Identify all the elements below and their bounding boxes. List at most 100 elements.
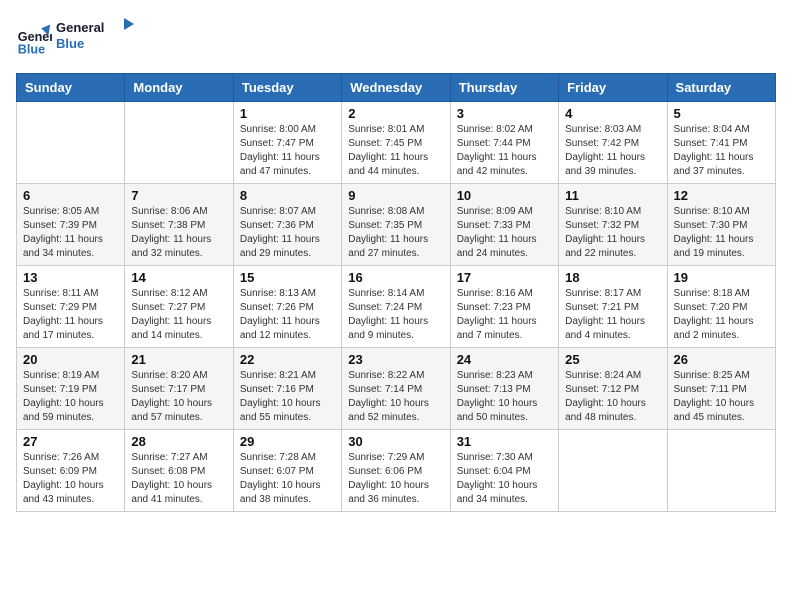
calendar-week-1: 1 Sunrise: 8:00 AM Sunset: 7:47 PM Daylig… — [17, 102, 776, 184]
day-number: 21 — [131, 352, 226, 367]
calendar-cell: 8 Sunrise: 8:07 AM Sunset: 7:36 PM Daylig… — [233, 184, 341, 266]
day-info: Sunrise: 7:29 AM Sunset: 6:06 PM Dayligh… — [348, 451, 443, 507]
day-info: Sunrise: 8:13 AM Sunset: 7:26 PM Dayligh… — [240, 287, 335, 343]
calendar-cell: 3 Sunrise: 8:02 AM Sunset: 7:44 PM Daylig… — [450, 102, 558, 184]
day-number: 8 — [240, 188, 335, 203]
day-number: 25 — [565, 352, 660, 367]
day-info: Sunrise: 8:09 AM Sunset: 7:33 PM Dayligh… — [457, 205, 552, 261]
calendar-cell: 15 Sunrise: 8:13 AM Sunset: 7:26 PM Dayli… — [233, 266, 341, 348]
calendar-cell — [125, 102, 233, 184]
day-info: Sunrise: 7:27 AM Sunset: 6:08 PM Dayligh… — [131, 451, 226, 507]
calendar-cell: 9Sunrise: 8:08 AM Sunset: 7:35 PM Daylig… — [342, 184, 450, 266]
calendar-week-2: 6 Sunrise: 8:05 AM Sunset: 7:39 PM Daylig… — [17, 184, 776, 266]
day-info: Sunrise: 8:06 AM Sunset: 7:38 PM Dayligh… — [131, 205, 226, 261]
calendar-cell: 31 Sunrise: 7:30 AM Sunset: 6:04 PM Dayli… — [450, 430, 558, 512]
calendar-cell: 17Sunrise: 8:16 AM Sunset: 7:23 PM Dayli… — [450, 266, 558, 348]
day-info: Sunrise: 8:14 AM Sunset: 7:24 PM Dayligh… — [348, 287, 443, 343]
day-info: Sunrise: 8:00 AM Sunset: 7:47 PM Dayligh… — [240, 123, 335, 179]
calendar-cell — [559, 430, 667, 512]
calendar-cell: 5 Sunrise: 8:04 AM Sunset: 7:41 PM Daylig… — [667, 102, 775, 184]
day-number: 28 — [131, 434, 226, 449]
calendar-cell: 11 Sunrise: 8:10 AM Sunset: 7:32 PM Dayli… — [559, 184, 667, 266]
calendar-cell: 14Sunrise: 8:12 AM Sunset: 7:27 PM Dayli… — [125, 266, 233, 348]
day-info: Sunrise: 8:24 AM Sunset: 7:12 PM Dayligh… — [565, 369, 660, 425]
calendar-week-5: 27Sunrise: 7:26 AM Sunset: 6:09 PM Dayli… — [17, 430, 776, 512]
day-number: 16 — [348, 270, 443, 285]
day-number: 29 — [240, 434, 335, 449]
day-number: 4 — [565, 106, 660, 121]
calendar-cell: 18 Sunrise: 8:17 AM Sunset: 7:21 PM Dayli… — [559, 266, 667, 348]
day-number: 13 — [23, 270, 118, 285]
weekday-header-friday: Friday — [559, 74, 667, 102]
calendar-cell: 7Sunrise: 8:06 AM Sunset: 7:38 PM Daylig… — [125, 184, 233, 266]
day-number: 11 — [565, 188, 660, 203]
weekday-header-thursday: Thursday — [450, 74, 558, 102]
calendar-cell: 21 Sunrise: 8:20 AM Sunset: 7:17 PM Dayli… — [125, 348, 233, 430]
logo-svg: General Blue — [56, 16, 136, 56]
day-number: 9 — [348, 188, 443, 203]
day-info: Sunrise: 8:21 AM Sunset: 7:16 PM Dayligh… — [240, 369, 335, 425]
calendar-week-3: 13 Sunrise: 8:11 AM Sunset: 7:29 PM Dayli… — [17, 266, 776, 348]
day-info: Sunrise: 8:02 AM Sunset: 7:44 PM Dayligh… — [457, 123, 552, 179]
logo: General Blue General Blue — [16, 16, 136, 61]
day-info: Sunrise: 8:20 AM Sunset: 7:17 PM Dayligh… — [131, 369, 226, 425]
weekday-header-wednesday: Wednesday — [342, 74, 450, 102]
calendar-cell: 10 Sunrise: 8:09 AM Sunset: 7:33 PM Dayli… — [450, 184, 558, 266]
calendar-cell — [667, 430, 775, 512]
calendar-cell: 24 Sunrise: 8:23 AM Sunset: 7:13 PM Dayli… — [450, 348, 558, 430]
day-number: 15 — [240, 270, 335, 285]
day-info: Sunrise: 8:07 AM Sunset: 7:36 PM Dayligh… — [240, 205, 335, 261]
day-info: Sunrise: 8:25 AM Sunset: 7:11 PM Dayligh… — [674, 369, 769, 425]
day-number: 22 — [240, 352, 335, 367]
day-info: Sunrise: 8:18 AM Sunset: 7:20 PM Dayligh… — [674, 287, 769, 343]
calendar-cell: 30 Sunrise: 7:29 AM Sunset: 6:06 PM Dayli… — [342, 430, 450, 512]
day-number: 24 — [457, 352, 552, 367]
day-number: 31 — [457, 434, 552, 449]
day-info: Sunrise: 8:17 AM Sunset: 7:21 PM Dayligh… — [565, 287, 660, 343]
day-number: 5 — [674, 106, 769, 121]
calendar-cell: 4 Sunrise: 8:03 AM Sunset: 7:42 PM Daylig… — [559, 102, 667, 184]
day-number: 6 — [23, 188, 118, 203]
day-info: Sunrise: 8:01 AM Sunset: 7:45 PM Dayligh… — [348, 123, 443, 179]
day-info: Sunrise: 8:11 AM Sunset: 7:29 PM Dayligh… — [23, 287, 118, 343]
day-number: 17 — [457, 270, 552, 285]
calendar-cell: 2 Sunrise: 8:01 AM Sunset: 7:45 PM Daylig… — [342, 102, 450, 184]
day-info: Sunrise: 8:04 AM Sunset: 7:41 PM Dayligh… — [674, 123, 769, 179]
day-number: 1 — [240, 106, 335, 121]
calendar-cell: 23Sunrise: 8:22 AM Sunset: 7:14 PM Dayli… — [342, 348, 450, 430]
calendar-cell: 16 Sunrise: 8:14 AM Sunset: 7:24 PM Dayli… — [342, 266, 450, 348]
day-info: Sunrise: 7:30 AM Sunset: 6:04 PM Dayligh… — [457, 451, 552, 507]
day-info: Sunrise: 8:05 AM Sunset: 7:39 PM Dayligh… — [23, 205, 118, 261]
calendar-cell: 26Sunrise: 8:25 AM Sunset: 7:11 PM Dayli… — [667, 348, 775, 430]
svg-text:Blue: Blue — [18, 42, 45, 56]
page-header: General Blue General Blue — [16, 16, 776, 61]
svg-text:General: General — [56, 20, 104, 35]
day-number: 2 — [348, 106, 443, 121]
calendar-cell: 27Sunrise: 7:26 AM Sunset: 6:09 PM Dayli… — [17, 430, 125, 512]
calendar-week-4: 20 Sunrise: 8:19 AM Sunset: 7:19 PM Dayli… — [17, 348, 776, 430]
weekday-header-row: SundayMondayTuesdayWednesdayThursdayFrid… — [17, 74, 776, 102]
day-number: 10 — [457, 188, 552, 203]
day-info: Sunrise: 8:10 AM Sunset: 7:32 PM Dayligh… — [565, 205, 660, 261]
day-number: 20 — [23, 352, 118, 367]
weekday-header-sunday: Sunday — [17, 74, 125, 102]
calendar-cell: 6 Sunrise: 8:05 AM Sunset: 7:39 PM Daylig… — [17, 184, 125, 266]
weekday-header-saturday: Saturday — [667, 74, 775, 102]
day-number: 3 — [457, 106, 552, 121]
day-info: Sunrise: 8:19 AM Sunset: 7:19 PM Dayligh… — [23, 369, 118, 425]
day-info: Sunrise: 8:22 AM Sunset: 7:14 PM Dayligh… — [348, 369, 443, 425]
weekday-header-tuesday: Tuesday — [233, 74, 341, 102]
calendar-cell: 12Sunrise: 8:10 AM Sunset: 7:30 PM Dayli… — [667, 184, 775, 266]
calendar-cell: 20 Sunrise: 8:19 AM Sunset: 7:19 PM Dayli… — [17, 348, 125, 430]
day-info: Sunrise: 7:28 AM Sunset: 6:07 PM Dayligh… — [240, 451, 335, 507]
day-info: Sunrise: 8:03 AM Sunset: 7:42 PM Dayligh… — [565, 123, 660, 179]
day-number: 14 — [131, 270, 226, 285]
day-number: 18 — [565, 270, 660, 285]
calendar-cell: 28 Sunrise: 7:27 AM Sunset: 6:08 PM Dayli… — [125, 430, 233, 512]
day-number: 30 — [348, 434, 443, 449]
calendar-table: SundayMondayTuesdayWednesdayThursdayFrid… — [16, 73, 776, 512]
calendar-cell: 1 Sunrise: 8:00 AM Sunset: 7:47 PM Daylig… — [233, 102, 341, 184]
calendar-cell: 19Sunrise: 8:18 AM Sunset: 7:20 PM Dayli… — [667, 266, 775, 348]
day-info: Sunrise: 8:23 AM Sunset: 7:13 PM Dayligh… — [457, 369, 552, 425]
calendar-cell: 22 Sunrise: 8:21 AM Sunset: 7:16 PM Dayli… — [233, 348, 341, 430]
